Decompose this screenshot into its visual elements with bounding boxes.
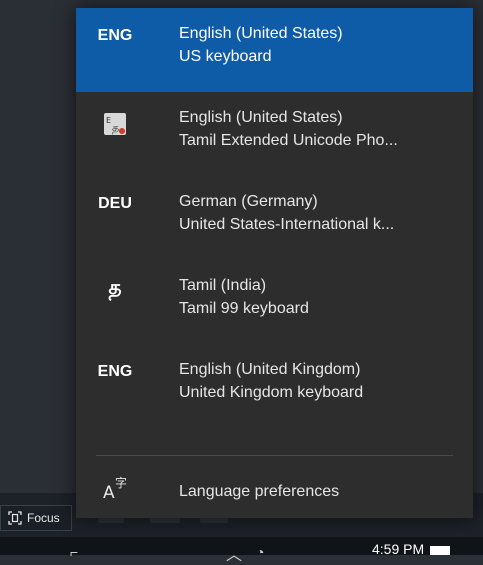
- svg-text:த: த: [112, 121, 119, 134]
- language-code: ENG: [97, 363, 133, 380]
- language-code: DEU: [98, 195, 132, 212]
- input-language-flyout: ENG English (United States) US keyboard …: [76, 8, 473, 518]
- keyboard-layout: Tamil Extended Unicode Pho...: [179, 132, 398, 149]
- tamil-phonetic-ime-icon: E த: [103, 112, 127, 136]
- focus-icon: [7, 510, 23, 526]
- keyboard-layout: United States-International k...: [179, 216, 395, 233]
- keyboard-layout: Tamil 99 keyboard: [179, 300, 309, 317]
- language-item-eng-us[interactable]: ENG English (United States) US keyboard: [76, 8, 473, 92]
- chevron-up-icon[interactable]: ︿: [226, 541, 242, 565]
- language-name: English (United States): [179, 25, 343, 42]
- focus-button[interactable]: Focus: [0, 505, 72, 531]
- notification-center-icon[interactable]: [430, 546, 450, 555]
- language-preferences-icon: A 字: [103, 474, 131, 503]
- language-name: English (United Kingdom): [179, 361, 361, 378]
- keyboard-layout: United Kingdom keyboard: [179, 384, 364, 401]
- language-preferences-label: Language preferences: [179, 483, 340, 500]
- network-icon[interactable]: ◔: [256, 544, 264, 560]
- language-name: English (United States): [179, 109, 343, 126]
- language-item-deu[interactable]: DEU German (Germany) United States-Inter…: [76, 176, 473, 260]
- language-name: Tamil (India): [179, 277, 267, 294]
- language-item-eng-uk[interactable]: ENG English (United Kingdom) United King…: [76, 344, 473, 428]
- svg-text:字: 字: [115, 475, 127, 490]
- keyboard-layout: US keyboard: [179, 48, 272, 65]
- taskbar-icon[interactable]: ⌐: [70, 544, 78, 560]
- language-name: German (Germany): [179, 193, 318, 210]
- language-item-tamil-india[interactable]: த Tamil (India) Tamil 99 keyboard: [76, 260, 473, 344]
- language-preferences-link[interactable]: A 字 Language preferences: [76, 460, 473, 518]
- focus-label: Focus: [27, 511, 60, 525]
- divider: [96, 455, 453, 456]
- svg-text:E: E: [106, 116, 111, 125]
- language-item-tamil-phonetic[interactable]: E த English (United States) Tamil Extend…: [76, 92, 473, 176]
- language-code: த: [108, 277, 122, 299]
- svg-text:A: A: [103, 483, 115, 500]
- language-code: ENG: [97, 27, 133, 44]
